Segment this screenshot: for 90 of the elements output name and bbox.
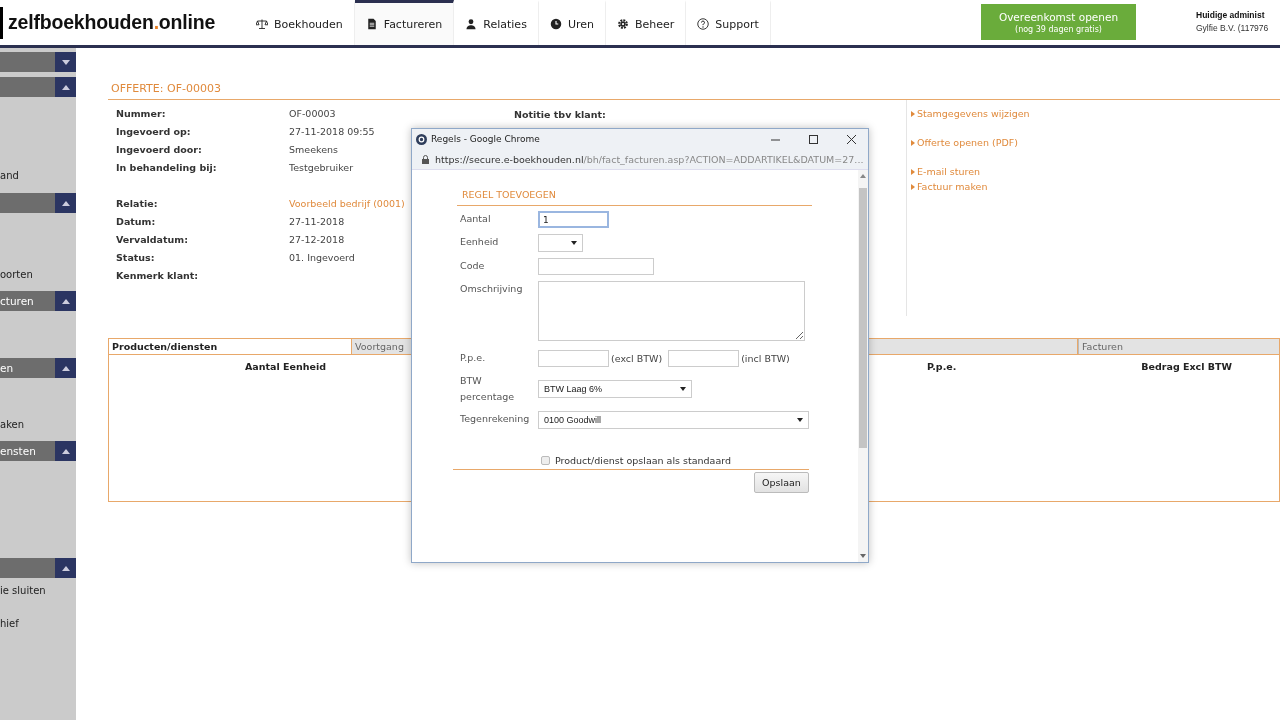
lock-icon (422, 154, 429, 164)
field-label: Code (460, 259, 486, 273)
maximize-icon (808, 134, 818, 144)
price-field[interactable] (538, 350, 609, 367)
field-value: 01. Ingevoerd (289, 251, 355, 263)
browser-icon (416, 133, 427, 145)
collapse-toggle[interactable] (55, 291, 76, 311)
field-label: Eenheid (460, 235, 500, 249)
field-label: Kenmerk klant: (116, 269, 200, 281)
collapse-toggle[interactable] (55, 558, 76, 578)
field-label: Nummer: (116, 107, 167, 119)
field-label: P.p.e. (460, 351, 487, 365)
field-value: Smeekens (289, 143, 338, 155)
collapse-toggle[interactable] (55, 77, 76, 97)
caret-icon (61, 84, 70, 90)
field-label: In behandeling bij: (116, 161, 218, 173)
settings-icon (616, 18, 629, 30)
sidebar-header[interactable]: cturen (0, 291, 76, 311)
window-title: Regels - Google Chrome (431, 134, 541, 144)
field-label: Aantal (460, 212, 492, 226)
sidebar-item[interactable]: aken (0, 418, 76, 431)
close-icon (846, 134, 856, 144)
field-label: Omschrijving (460, 282, 524, 296)
code-field[interactable] (538, 258, 654, 275)
field-suffix: (incl BTW) (741, 352, 790, 366)
caret-icon (61, 200, 70, 206)
scroll-down-icon[interactable] (860, 554, 866, 558)
sidebar-header[interactable]: ensten (0, 441, 76, 461)
field-suffix: (excl BTW) (611, 352, 663, 366)
account-label: Huidige administ (1196, 10, 1266, 20)
caret-icon (61, 365, 70, 371)
person-icon (465, 18, 478, 30)
account-dropdown[interactable]: 0100 Goodwill (538, 411, 809, 429)
sidebar-item[interactable]: and (0, 169, 76, 182)
price-field[interactable] (668, 350, 740, 367)
expand-toggle[interactable] (55, 52, 76, 72)
caret-icon (680, 387, 686, 391)
caret-icon (797, 418, 803, 422)
scroll-up-icon[interactable] (860, 174, 866, 178)
field-label: Relatie: (116, 197, 159, 209)
checkbox[interactable] (541, 456, 550, 465)
field-value: 27-11-2018 09:55 (289, 125, 375, 137)
field-label: Ingevoerd op: (116, 125, 192, 137)
document-icon (365, 18, 378, 30)
sidebar-item[interactable]: hief (0, 617, 76, 630)
collapse-toggle[interactable] (55, 441, 76, 461)
field-value: 27-11-2018 (289, 215, 345, 227)
bullet-icon (911, 168, 915, 175)
field-value: 27-12-2018 (289, 233, 345, 245)
account-name: Gylfie B.V. (117976 (1196, 23, 1269, 33)
description-field[interactable] (538, 281, 805, 341)
save-button[interactable]: Opslaan (754, 472, 809, 493)
unit-dropdown[interactable] (538, 234, 583, 252)
vat-dropdown[interactable]: BTW Laag 6% (538, 380, 692, 398)
caret-icon (61, 298, 70, 304)
column-header: P.p.e. (927, 361, 957, 372)
field-label: Status: (116, 251, 156, 263)
caret-icon (571, 241, 577, 245)
logo[interactable]: zelfboekhouden.online (8, 11, 216, 34)
column-header: Bedrag Excl BTW (1141, 361, 1232, 372)
note-label: Notitie tbv klant: (514, 109, 606, 120)
scrollbar-thumb[interactable] (859, 188, 867, 448)
bullet-icon (911, 110, 915, 117)
scale-icon (256, 18, 268, 30)
collapse-toggle[interactable] (55, 193, 76, 213)
caret-icon (61, 565, 70, 571)
field-value: OF-00003 (289, 107, 336, 119)
checkbox-label: Product/dienst opslaan als standaard (555, 455, 731, 466)
sidebar-item[interactable]: ie sluiten (0, 584, 76, 597)
column-header: Aantal Eenheid (245, 361, 326, 372)
help-icon (697, 18, 710, 30)
clock-icon (549, 18, 562, 30)
bullet-icon (911, 139, 915, 146)
form-heading: REGEL TOEVOEGEN (457, 189, 812, 206)
field-label: Ingevoerd door: (116, 143, 203, 155)
caret-icon (61, 59, 70, 65)
field-label: BTW percentage (460, 374, 516, 404)
nav-tab[interactable]: Factureren (354, 0, 455, 45)
caret-icon (61, 448, 70, 454)
page-title: OFFERTE: OF-00003 (108, 82, 1280, 100)
bullet-icon (911, 183, 915, 190)
field-value: Testgebruiker (289, 161, 354, 173)
field-label: Vervaldatum: (116, 233, 190, 245)
sidebar-header[interactable]: en (0, 358, 76, 378)
quantity-field[interactable]: 1 (538, 211, 609, 228)
collapse-toggle[interactable] (55, 358, 76, 378)
sidebar-item[interactable]: oorten (0, 268, 76, 281)
panel-tab[interactable]: Producten/diensten (109, 339, 352, 354)
field-label: Tegenrekening (460, 412, 531, 426)
field-label: Datum: (116, 215, 157, 227)
